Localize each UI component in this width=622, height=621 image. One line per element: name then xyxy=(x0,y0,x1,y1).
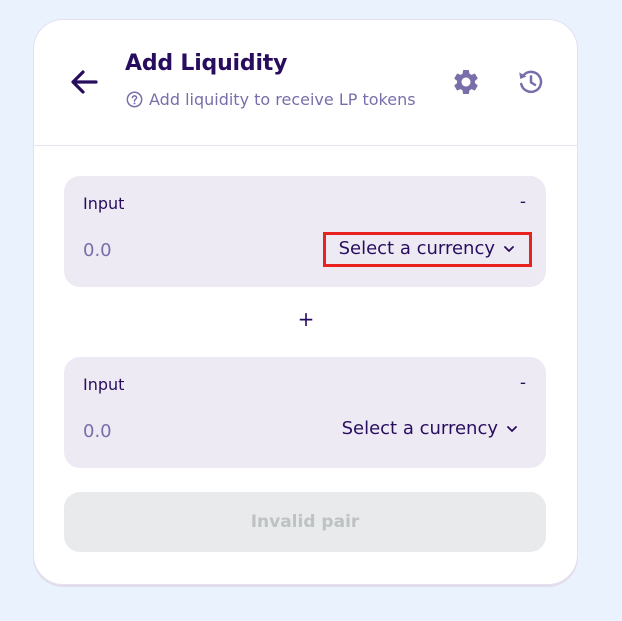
history-icon xyxy=(519,70,543,94)
card-header: Add Liquidity Add liquidity to receive L… xyxy=(34,20,577,146)
invalid-pair-button[interactable]: Invalid pair xyxy=(64,492,546,552)
subtitle-text: Add liquidity to receive LP tokens xyxy=(149,90,416,109)
settings-button[interactable] xyxy=(451,67,481,97)
question-icon[interactable] xyxy=(126,91,143,108)
chevron-down-icon xyxy=(504,245,514,252)
plus-sign: + xyxy=(297,307,315,331)
page-subtitle: Add liquidity to receive LP tokens xyxy=(126,90,416,109)
history-button[interactable] xyxy=(516,67,546,97)
select-currency-button[interactable]: Select a currency xyxy=(342,418,518,439)
select-currency-label: Select a currency xyxy=(341,418,498,439)
amount-input[interactable]: 0.0 xyxy=(83,240,112,261)
input-label: Input xyxy=(83,194,125,213)
balance-value: - xyxy=(519,373,526,393)
input-label: Input xyxy=(83,375,125,394)
arrow-left-icon xyxy=(71,70,98,94)
back-button[interactable] xyxy=(68,66,100,98)
balance-value: - xyxy=(519,192,526,212)
select-currency-label: Select a currency xyxy=(338,238,495,259)
currency-input-panel: Input - 0.0 Select a currency xyxy=(64,176,546,287)
chevron-down-icon xyxy=(507,425,517,432)
add-liquidity-card: Add Liquidity Add liquidity to receive L… xyxy=(33,19,578,585)
select-currency-button[interactable]: Select a currency xyxy=(322,232,532,267)
gear-icon xyxy=(454,70,478,94)
page-title: Add Liquidity xyxy=(125,51,288,76)
currency-input-panel: Input - 0.0 Select a currency xyxy=(64,357,546,468)
amount-input[interactable]: 0.0 xyxy=(83,421,112,442)
